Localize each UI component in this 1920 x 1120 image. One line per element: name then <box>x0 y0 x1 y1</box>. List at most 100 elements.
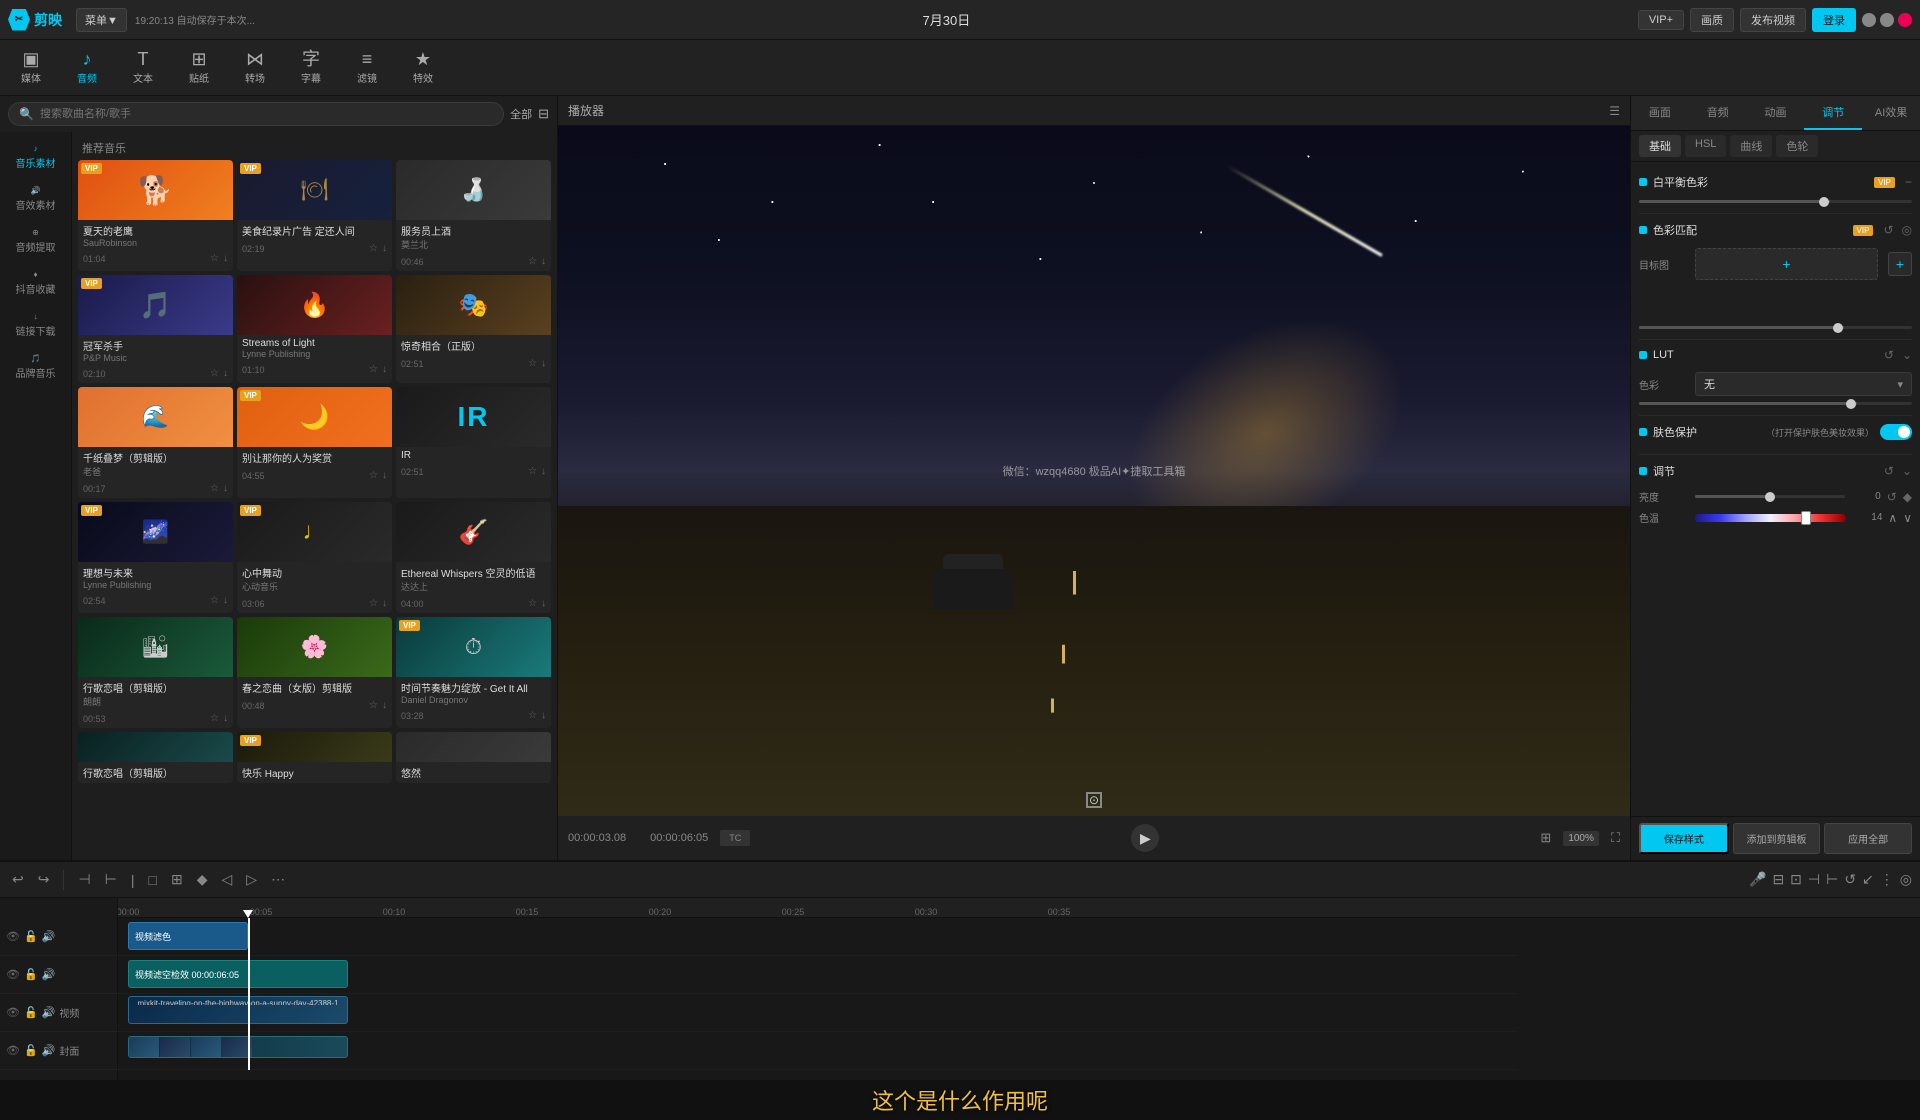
fullscreen-icon[interactable]: ⛶ <box>1611 830 1620 846</box>
list-item[interactable]: 🔥 Streams of Light Lynne Publishing 01:1… <box>237 275 392 383</box>
list-item[interactable]: VIP ♩ 心中舞动 心动音乐 03:06 ☆ ↓ <box>237 502 392 613</box>
favorite-button[interactable]: ☆ <box>369 470 378 481</box>
save-style-button[interactable]: 保存样式 <box>1639 823 1729 854</box>
nav-sound-effects[interactable]: 🔊 音效素材 <box>0 178 71 220</box>
download-button[interactable]: ↓ <box>382 470 387 481</box>
favorite-button[interactable]: ☆ <box>210 595 219 606</box>
tool-transition[interactable]: ⋈ 转场 <box>228 44 282 92</box>
brightness-keyframe[interactable]: ◆ <box>1903 490 1912 504</box>
color-temp-bar[interactable] <box>1695 514 1846 522</box>
tl-ctrl5[interactable]: ↺ <box>1844 871 1856 888</box>
all-button[interactable]: 全部 <box>510 106 532 122</box>
minimize-button[interactable] <box>1862 13 1876 27</box>
align-button[interactable]: | <box>127 870 139 890</box>
list-item[interactable]: VIP ⏱ 时间节奏魅力绽放 - Get It All Daniel Drago… <box>396 617 551 728</box>
list-item[interactable]: 🌸 春之恋曲（女版）剪辑版 00:48 ☆ ↓ <box>237 617 392 728</box>
delete-button[interactable]: □ <box>145 870 161 890</box>
list-item[interactable]: VIP 🎵 冠军杀手 P&P Music 02:10 ☆ ↓ <box>78 275 233 383</box>
split-end-button[interactable]: ⊢ <box>101 869 121 890</box>
list-item[interactable]: 悠然 <box>396 732 551 783</box>
play-button[interactable]: ▶ <box>1131 824 1159 852</box>
download-button[interactable]: ↓ <box>541 710 546 721</box>
settings-icon[interactable]: ◎ <box>1902 223 1912 237</box>
prev-keyframe-button[interactable]: ◁ <box>218 869 237 890</box>
clip-color[interactable]: 视频滤色 <box>128 922 248 950</box>
split-button[interactable]: ⊣ <box>74 869 94 890</box>
tl-ctrl8[interactable]: ◎ <box>1900 871 1912 888</box>
favorite-button[interactable]: ☆ <box>369 598 378 609</box>
lut-color-select[interactable]: 无 ▾ <box>1695 372 1912 396</box>
nav-audio-extract[interactable]: ⊕ 音频提取 <box>0 220 71 262</box>
download-button[interactable]: ↓ <box>541 598 546 609</box>
undo-button[interactable]: ↩ <box>8 869 28 890</box>
download-button[interactable]: ↓ <box>223 595 228 606</box>
list-item[interactable]: 🏙 行歌恋唱（剪辑版） 朗朗 00:53 ☆ ↓ <box>78 617 233 728</box>
slider-thumb[interactable] <box>1819 197 1829 207</box>
tl-ctrl4[interactable]: ⊢ <box>1826 871 1838 888</box>
tab-screen[interactable]: 画面 <box>1631 96 1689 130</box>
playhead[interactable] <box>248 918 250 1070</box>
download-button[interactable]: ↓ <box>223 713 228 724</box>
close-button[interactable] <box>1898 13 1912 27</box>
download-button[interactable]: ↓ <box>382 243 387 254</box>
lock-icon[interactable]: 🔓 <box>24 930 38 943</box>
favorite-button[interactable]: ☆ <box>369 700 378 711</box>
download-button[interactable]: ↓ <box>382 700 387 711</box>
list-item[interactable]: IR IR 02:51 ☆ ↓ <box>396 387 551 498</box>
options-button[interactable]: ⋯ <box>267 869 289 890</box>
section-expand-icon[interactable]: − <box>1905 175 1912 189</box>
tool-text[interactable]: T 文本 <box>116 44 170 92</box>
tab-ai-effects[interactable]: AI效果 <box>1862 96 1920 130</box>
toggle-switch[interactable] <box>1880 424 1912 440</box>
eye-icon2[interactable]: 👁 <box>6 968 20 981</box>
favorite-button[interactable]: ☆ <box>528 466 537 477</box>
lock-icon2[interactable]: 🔓 <box>24 968 38 981</box>
list-item[interactable]: VIP 🌙 别让那你的人为奖赏 04:55 ☆ ↓ <box>237 387 392 498</box>
download-button[interactable]: ↓ <box>223 368 228 379</box>
expand-icon[interactable]: ⌄ <box>1902 348 1912 362</box>
tab-animation[interactable]: 动画 <box>1747 96 1805 130</box>
clip-effect[interactable]: 视频滤空检效 00:00:06:05 <box>128 960 348 988</box>
favorite-button[interactable]: ☆ <box>528 710 537 721</box>
nav-download[interactable]: ↓ 链接下载 <box>0 304 71 346</box>
tl-ctrl7[interactable]: ⋮ <box>1880 871 1894 888</box>
reset-icon[interactable]: ↺ <box>1884 464 1894 478</box>
lock-icon3[interactable]: 🔓 <box>24 1006 38 1019</box>
favorite-button[interactable]: ☆ <box>369 243 378 254</box>
fit-to-screen-icon[interactable]: ⊞ <box>1540 830 1551 846</box>
tab-adjust[interactable]: 调节 <box>1804 96 1862 130</box>
download-button[interactable]: ↓ <box>382 598 387 609</box>
list-item[interactable]: 🎸 Ethereal Whispers 空灵的低语 达达上 04:00 ☆ ↓ <box>396 502 551 613</box>
favorite-button[interactable]: ☆ <box>210 368 219 379</box>
speaker-icon2[interactable]: 🔊 <box>42 968 56 981</box>
copy-button[interactable]: ⊞ <box>167 869 187 890</box>
tab-audio[interactable]: 音频 <box>1689 96 1747 130</box>
list-item[interactable]: VIP 🍽 美食纪录片广告 定还人间 02:19 ☆ ↓ <box>237 160 392 271</box>
speaker-icon[interactable]: 🔊 <box>42 930 56 943</box>
vip-button[interactable]: VIP+ <box>1638 10 1684 30</box>
subtab-curve[interactable]: 曲线 <box>1730 135 1772 157</box>
favorite-button[interactable]: ☆ <box>528 598 537 609</box>
download-button[interactable]: ↓ <box>223 483 228 494</box>
tool-filter[interactable]: ≡ 滤镜 <box>340 44 394 92</box>
tool-audio[interactable]: ♪ 音频 <box>60 44 114 92</box>
tool-caption[interactable]: 字 字幕 <box>284 44 338 92</box>
eye-icon4[interactable]: 👁 <box>6 1044 20 1057</box>
download-button[interactable]: ↓ <box>541 358 546 369</box>
slider-thumb[interactable] <box>1765 492 1775 502</box>
slider-thumb[interactable] <box>1833 323 1843 333</box>
apply-all-button[interactable]: 应用全部 <box>1824 823 1912 854</box>
tool-effects[interactable]: ★ 特效 <box>396 44 450 92</box>
favorite-button[interactable]: ☆ <box>210 253 219 264</box>
tl-ctrl2[interactable]: ⊡ <box>1790 871 1802 888</box>
list-item[interactable]: 🎭 惊奇相合（正版） 02:51 ☆ ↓ <box>396 275 551 383</box>
target-image-add[interactable]: + <box>1695 248 1878 280</box>
player-menu-icon[interactable]: ☰ <box>1609 104 1620 118</box>
favorite-button[interactable]: ☆ <box>528 256 537 267</box>
download-button[interactable]: ↓ <box>541 466 546 477</box>
preview-button[interactable]: 画质 <box>1690 8 1734 32</box>
tool-sticker[interactable]: ⊞ 贴纸 <box>172 44 226 92</box>
speaker-icon4[interactable]: 🔊 <box>42 1044 56 1057</box>
value-up-icon[interactable]: ∧ <box>1888 511 1897 525</box>
lock-icon4[interactable]: 🔓 <box>24 1044 38 1057</box>
